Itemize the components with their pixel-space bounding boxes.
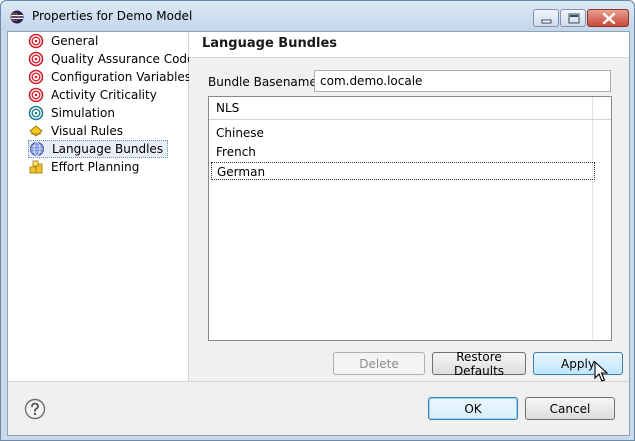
- tree-item-label: Language Bundles: [52, 142, 164, 156]
- dialog-client-area: General Quality Assurance Codes Configur…: [7, 31, 630, 436]
- tree-item-general[interactable]: General: [28, 32, 102, 50]
- globe-icon: [30, 142, 44, 156]
- ok-button[interactable]: OK: [428, 397, 518, 420]
- language-bundles-page: Language Bundles Bundle Basename: NLS Ch…: [189, 32, 629, 381]
- diamond-yellow-icon: [29, 125, 43, 137]
- preference-tree: General Quality Assurance Codes Configur…: [8, 32, 201, 381]
- footer-separator: [8, 381, 629, 382]
- tree-item-language-bundles[interactable]: Language Bundles: [28, 140, 169, 158]
- tree-item-quality-assurance-codes[interactable]: Quality Assurance Codes: [28, 50, 205, 68]
- tree-item-activity-criticality[interactable]: Activity Criticality: [28, 86, 161, 104]
- cancel-button[interactable]: Cancel: [525, 397, 615, 420]
- tree-item-label: Effort Planning: [51, 160, 140, 174]
- list-item-label: French: [216, 145, 256, 159]
- delete-button[interactable]: Delete: [333, 352, 425, 375]
- bundle-basename-label: Bundle Basename:: [208, 75, 321, 89]
- nls-column-header[interactable]: NLS: [209, 97, 611, 120]
- mouse-pointer-icon: [594, 361, 609, 382]
- list-item-french[interactable]: French: [211, 143, 595, 161]
- close-icon: [602, 12, 616, 25]
- nls-header-label: NLS: [216, 101, 240, 115]
- spiral-red-icon: [28, 87, 44, 103]
- bundle-basename-input[interactable]: [314, 70, 611, 92]
- nls-list[interactable]: NLS Chinese French German: [208, 96, 612, 341]
- spiral-red-icon: [28, 69, 44, 85]
- tree-item-label: Quality Assurance Codes: [51, 52, 201, 66]
- properties-window: Properties for Demo Model General Qualit…: [0, 0, 635, 441]
- help-icon[interactable]: [24, 398, 46, 420]
- eclipse-app-icon: [10, 10, 24, 24]
- spiral-teal-icon: [28, 105, 44, 121]
- list-item-chinese[interactable]: Chinese: [211, 124, 595, 142]
- column-separator[interactable]: [592, 97, 593, 119]
- maximize-icon: [568, 13, 580, 24]
- restore-defaults-button[interactable]: Restore Defaults: [432, 350, 526, 378]
- coins-icon: [29, 160, 43, 174]
- tree-item-label: Visual Rules: [51, 124, 124, 138]
- tree-item-simulation[interactable]: Simulation: [28, 104, 119, 122]
- spiral-red-icon: [28, 33, 44, 49]
- window-title: Properties for Demo Model: [32, 9, 193, 23]
- tree-item-visual-rules[interactable]: Visual Rules: [28, 122, 127, 140]
- tree-item-label: Activity Criticality: [51, 88, 157, 102]
- tree-item-label: Configuration Variables: [51, 70, 192, 84]
- close-button[interactable]: [587, 9, 629, 27]
- minimize-button[interactable]: [533, 9, 559, 27]
- tree-item-effort-planning[interactable]: Effort Planning: [28, 158, 143, 176]
- title-bar[interactable]: Properties for Demo Model: [1, 1, 634, 31]
- page-title: Language Bundles: [202, 36, 338, 51]
- tree-item-label: General: [51, 34, 99, 48]
- page-header: Language Bundles: [189, 32, 629, 58]
- spiral-red-icon: [28, 51, 44, 67]
- list-item-label: Chinese: [216, 126, 264, 140]
- tree-item-label: Simulation: [51, 106, 115, 120]
- tree-item-configuration-variables[interactable]: Configuration Variables: [28, 68, 195, 86]
- list-item-label: German: [217, 165, 266, 179]
- maximize-button[interactable]: [560, 9, 586, 27]
- minimize-icon: [541, 19, 552, 24]
- list-item-german[interactable]: German: [211, 162, 595, 180]
